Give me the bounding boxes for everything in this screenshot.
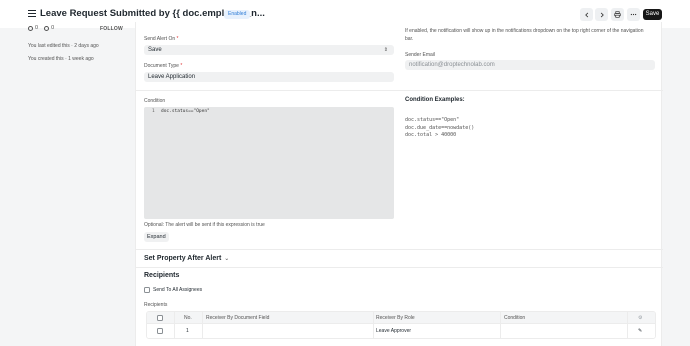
- row-checkbox[interactable]: [157, 328, 163, 334]
- recipients-table: No. Receiver By Document Field Receiver …: [146, 311, 656, 339]
- column-header-role: Receiver By Role: [376, 315, 415, 321]
- more-horizontal-icon: [630, 13, 637, 16]
- recipients-table-label: Recipients: [144, 302, 168, 308]
- set-property-section-toggle[interactable]: Set Property After Alert ⌄: [144, 255, 229, 262]
- column-divider: [174, 324, 175, 338]
- system-notification-help: If enabled, the notification will show u…: [405, 28, 644, 42]
- heart-icon: [28, 25, 33, 31]
- save-button[interactable]: Save: [643, 9, 662, 20]
- status-badge: Enabled: [224, 10, 251, 19]
- column-divider: [627, 312, 628, 323]
- condition-examples-title: Condition Examples:: [405, 97, 465, 103]
- column-header-condition: Condition: [504, 315, 526, 321]
- table-row[interactable]: 1 Leave Approver ✎: [147, 324, 655, 338]
- recipients-section-title: Recipients: [144, 272, 180, 279]
- last-edited-info: You last edited this · 2 days ago: [28, 43, 99, 49]
- column-divider: [174, 312, 175, 323]
- send-alert-on-label: Send Alert On *: [144, 36, 179, 42]
- column-divider: [500, 312, 501, 323]
- form-card: Send Alert On * Save ⇕ Document Type * L…: [135, 22, 663, 346]
- created-info: You created this · 1 week ago: [28, 56, 94, 62]
- condition-label: Condition: [144, 98, 166, 104]
- sender-email-label: Sender Email: [405, 52, 436, 58]
- edit-row-icon[interactable]: ✎: [638, 324, 642, 338]
- document-type-field[interactable]: Leave Application: [144, 72, 394, 82]
- send-alert-on-select[interactable]: Save ⇕: [144, 45, 394, 55]
- next-doc-button[interactable]: [595, 8, 608, 21]
- sender-email-field[interactable]: notification@droptechnolab.com: [405, 60, 655, 70]
- chevron-down-icon: ⌄: [224, 256, 230, 262]
- send-to-all-assignees-checkbox[interactable]: [144, 287, 150, 293]
- more-actions-button[interactable]: [627, 8, 640, 21]
- section-divider: [136, 249, 663, 250]
- settings-icon[interactable]: ⚙: [638, 312, 642, 324]
- like-counter[interactable]: 0: [28, 25, 38, 31]
- engagement-counters: 0 0: [28, 25, 54, 31]
- print-button[interactable]: [611, 8, 624, 21]
- sender-email-placeholder: notification@droptechnolab.com: [409, 62, 495, 68]
- follow-button[interactable]: FOLLOW: [100, 26, 123, 32]
- example-line: doc.status=="Open": [405, 117, 460, 123]
- send-to-all-assignees-label: Send To All Assignees: [153, 287, 203, 293]
- example-line: doc.total > 40000: [405, 132, 457, 138]
- previous-doc-button[interactable]: [580, 8, 593, 21]
- column-divider: [500, 324, 501, 338]
- code-line: doc.status=="Open": [161, 109, 210, 114]
- document-type-label: Document Type *: [144, 63, 183, 69]
- column-header-no: No.: [184, 315, 192, 321]
- section-divider: [136, 267, 663, 268]
- document-type-value: Leave Application: [148, 74, 196, 80]
- column-header-document-field: Receiver By Document Field: [206, 315, 270, 321]
- section-divider: [136, 90, 663, 91]
- column-divider: [373, 324, 374, 338]
- menu-icon[interactable]: [28, 10, 36, 18]
- column-divider: [202, 324, 203, 338]
- condition-code-editor[interactable]: 1 doc.status=="Open": [144, 107, 394, 219]
- like-count: 0: [35, 25, 39, 31]
- set-property-section-title: Set Property After Alert: [144, 255, 222, 262]
- row-receiver-role[interactable]: Leave Approver: [376, 324, 411, 338]
- comment-icon: [44, 25, 50, 31]
- column-divider: [373, 312, 374, 323]
- condition-help: Optional: The alert will be sent if this…: [144, 222, 265, 228]
- chevron-left-icon: [584, 12, 588, 17]
- column-divider: [202, 312, 203, 323]
- printer-icon: [614, 11, 621, 18]
- select-caret-icon: ⇕: [383, 47, 388, 53]
- comment-count: 0: [51, 25, 55, 31]
- send-alert-on-value: Save: [148, 47, 162, 53]
- chevron-right-icon: [600, 12, 604, 17]
- expand-button[interactable]: Expand: [144, 232, 169, 242]
- comment-counter[interactable]: 0: [44, 25, 54, 31]
- code-line-number: 1: [152, 109, 155, 114]
- select-all-checkbox[interactable]: [157, 315, 163, 321]
- condition-examples: doc.status=="Open" doc.due_date==nowdate…: [405, 117, 474, 140]
- row-number: 1: [186, 328, 189, 334]
- example-line: doc.due_date==nowdate(): [405, 124, 475, 131]
- column-divider: [627, 324, 628, 338]
- table-header: No. Receiver By Document Field Receiver …: [147, 312, 655, 324]
